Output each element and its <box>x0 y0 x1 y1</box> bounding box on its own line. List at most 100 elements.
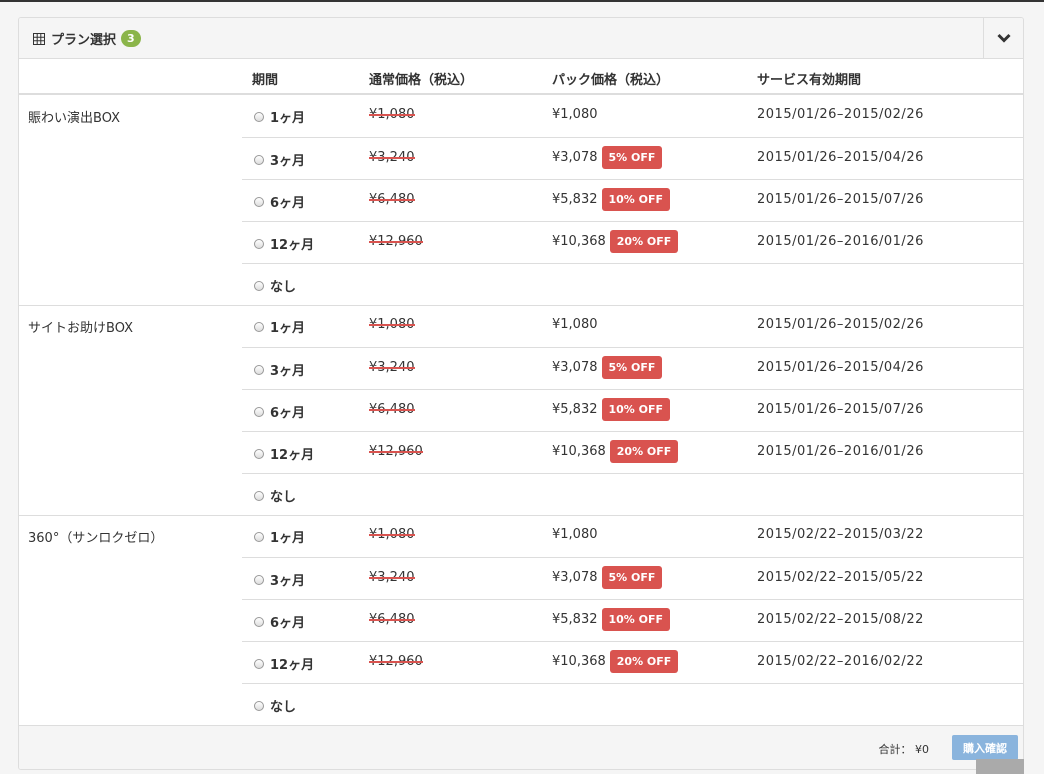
pack-price: ¥1,080 <box>552 527 598 542</box>
pack-price: ¥3,078 5% OFF <box>552 146 663 169</box>
radio-button[interactable] <box>254 658 264 669</box>
radio-button[interactable] <box>254 490 264 501</box>
panel-header: プラン選択 3 <box>19 18 1023 59</box>
period-option[interactable]: 6ヶ月 <box>254 612 305 631</box>
pack-price-value: ¥1,080 <box>552 107 598 122</box>
pack-price-value: ¥3,078 <box>552 150 598 165</box>
period-option[interactable]: 12ヶ月 <box>254 444 314 463</box>
period-option[interactable]: なし <box>254 276 296 295</box>
period-option[interactable]: 12ヶ月 <box>254 654 314 673</box>
plan-row: 3ヶ月 ¥3,240 ¥3,078 5% OFF 2015/02/22–2015/05/… <box>242 557 1023 599</box>
validity-period: 2015/01/26–2016/01/26 <box>757 444 924 459</box>
period-label: 1ヶ月 <box>270 531 306 546</box>
purchase-confirm-button[interactable]: 購入確認 <box>952 735 1018 760</box>
regular-price-value: ¥1,080 <box>369 317 415 332</box>
radio-button[interactable] <box>254 321 264 332</box>
period-label: なし <box>270 280 297 295</box>
radio-button[interactable] <box>254 154 264 165</box>
pack-price-value: ¥5,832 <box>552 612 598 627</box>
total-value: ¥0 <box>915 743 929 756</box>
period-option[interactable]: 6ヶ月 <box>254 192 305 211</box>
discount-label: 20% OFF <box>609 230 679 253</box>
period-label: なし <box>270 700 297 715</box>
pack-price: ¥10,368 20% OFF <box>552 230 679 253</box>
regular-price: ¥3,240 <box>369 150 415 165</box>
radio-button[interactable] <box>254 616 264 627</box>
radio-button[interactable] <box>254 238 264 249</box>
panel-footer: 合計： ¥0 購入確認 <box>19 725 1023 769</box>
period-option[interactable]: なし <box>254 696 296 715</box>
plan-row: 6ヶ月 ¥6,480 ¥5,832 10% OFF 2015/02/22–2015/08… <box>242 599 1023 641</box>
regular-price-value: ¥12,960 <box>369 444 423 459</box>
plan-row: 6ヶ月 ¥6,480 ¥5,832 10% OFF 2015/01/26–2015/07… <box>242 179 1023 221</box>
validity-period: 2015/01/26–2016/01/26 <box>757 234 924 249</box>
regular-price: ¥12,960 <box>369 234 423 249</box>
plan-selection-panel: プラン選択 3 期間 通常価格（税込） パック価格（税込） サービス有効期間 賑… <box>18 17 1024 770</box>
regular-price: ¥6,480 <box>369 612 415 627</box>
discount-label: 5% OFF <box>601 566 663 589</box>
period-option[interactable]: 1ヶ月 <box>254 527 305 546</box>
radio-button[interactable] <box>254 448 264 459</box>
radio-button[interactable] <box>254 700 264 711</box>
period-label: 6ヶ月 <box>270 196 306 211</box>
group-name: サイトお助けBOX <box>28 321 133 336</box>
regular-price-value: ¥6,480 <box>369 192 415 207</box>
period-option[interactable]: 3ヶ月 <box>254 570 305 589</box>
pack-price-value: ¥10,368 <box>552 234 606 249</box>
pack-price-value: ¥5,832 <box>552 192 598 207</box>
period-option[interactable]: なし <box>254 486 296 505</box>
radio-button[interactable] <box>254 364 264 375</box>
scrollbar-thumb[interactable] <box>976 759 1024 774</box>
period-option[interactable]: 3ヶ月 <box>254 360 305 379</box>
radio-button[interactable] <box>254 280 264 291</box>
collapse-toggle-button[interactable] <box>983 18 1023 58</box>
validity-period: 2015/01/26–2015/02/26 <box>757 107 924 122</box>
discount-label: 20% OFF <box>609 650 679 673</box>
period-option[interactable]: 1ヶ月 <box>254 317 305 336</box>
plan-row: 1ヶ月 ¥1,080 ¥1,080 2015/01/26–2015/02/26 <box>242 305 1023 347</box>
pack-price: ¥5,832 10% OFF <box>552 188 671 211</box>
regular-price-value: ¥6,480 <box>369 402 415 417</box>
column-header-validity: サービス有効期間 <box>757 73 862 88</box>
plan-row: 12ヶ月 ¥12,960 ¥10,368 20% OFF 2015/01/26–2016… <box>242 221 1023 263</box>
period-option[interactable]: 1ヶ月 <box>254 107 305 126</box>
plan-row: 1ヶ月 ¥1,080 ¥1,080 2015/01/26–2015/02/26 <box>242 95 1023 137</box>
plan-row: なし <box>242 263 1023 305</box>
regular-price-value: ¥3,240 <box>369 570 415 585</box>
plan-row: 1ヶ月 ¥1,080 ¥1,080 2015/02/22–2015/03/22 <box>242 515 1023 557</box>
period-option[interactable]: 6ヶ月 <box>254 402 305 421</box>
regular-price: ¥12,960 <box>369 444 423 459</box>
count-badge: 3 <box>121 30 141 47</box>
group-name: 360°（サンロクゼロ） <box>28 531 164 546</box>
validity-period: 2015/02/22–2015/03/22 <box>757 527 924 542</box>
regular-price-value: ¥3,240 <box>369 150 415 165</box>
period-label: 6ヶ月 <box>270 406 306 421</box>
regular-price: ¥12,960 <box>369 654 423 669</box>
regular-price-value: ¥1,080 <box>369 107 415 122</box>
plan-row: 12ヶ月 ¥12,960 ¥10,368 20% OFF 2015/01/26–2016… <box>242 431 1023 473</box>
panel-title-text: プラン選択 <box>51 33 117 48</box>
period-label: 6ヶ月 <box>270 616 306 631</box>
period-option[interactable]: 3ヶ月 <box>254 150 305 169</box>
period-option[interactable]: 12ヶ月 <box>254 234 314 253</box>
regular-price-value: ¥3,240 <box>369 360 415 375</box>
regular-price: ¥6,480 <box>369 192 415 207</box>
regular-price-value: ¥1,080 <box>369 527 415 542</box>
plan-row: 12ヶ月 ¥12,960 ¥10,368 20% OFF 2015/02/22–2016… <box>242 641 1023 683</box>
pack-price: ¥3,078 5% OFF <box>552 566 663 589</box>
validity-period: 2015/01/26–2015/07/26 <box>757 402 924 417</box>
radio-button[interactable] <box>254 531 264 542</box>
validity-period: 2015/01/26–2015/07/26 <box>757 192 924 207</box>
top-border <box>0 0 1044 2</box>
radio-button[interactable] <box>254 574 264 585</box>
discount-label: 10% OFF <box>601 608 671 631</box>
radio-button[interactable] <box>254 196 264 207</box>
pack-price-value: ¥3,078 <box>552 360 598 375</box>
pack-price-value: ¥10,368 <box>552 654 606 669</box>
pack-price: ¥5,832 10% OFF <box>552 398 671 421</box>
regular-price: ¥1,080 <box>369 317 415 332</box>
regular-price: ¥6,480 <box>369 402 415 417</box>
radio-button[interactable] <box>254 111 264 122</box>
period-label: 3ヶ月 <box>270 574 306 589</box>
radio-button[interactable] <box>254 406 264 417</box>
